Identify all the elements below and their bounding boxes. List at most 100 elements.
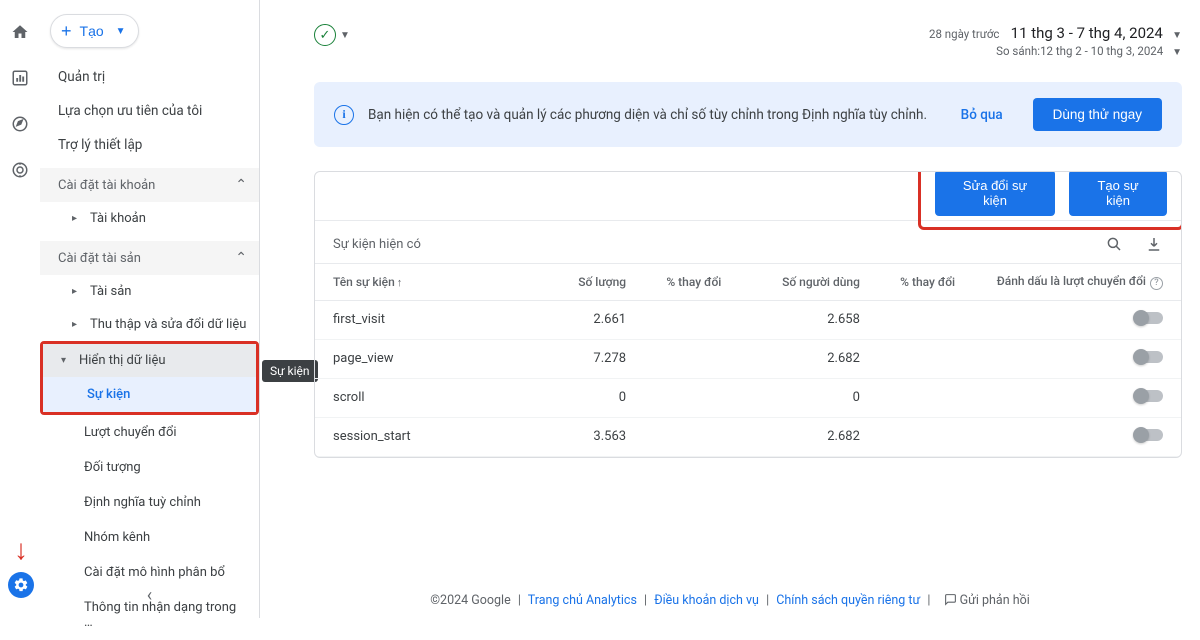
table-row[interactable]: first_visit 2.661 2.658 [315, 300, 1181, 339]
cell-toggle [973, 300, 1181, 339]
sidebar-leaf-conversions[interactable]: Lượt chuyển đổi [40, 415, 259, 450]
chevron-down-icon: ▼ [340, 30, 350, 41]
cell-pct1 [644, 378, 739, 417]
cell-pct2 [878, 378, 973, 417]
chevron-down-icon: ▼ [1172, 30, 1182, 41]
cell-pct1 [644, 300, 739, 339]
sidebar-heading-property[interactable]: Cài đặt tài sản ⌃ [40, 241, 259, 275]
chevron-up-icon: ⌃ [235, 177, 247, 193]
sidebar-leaf-events[interactable]: Sự kiện [43, 377, 256, 412]
cell-pct2 [878, 417, 973, 456]
cell-name: scroll [315, 378, 549, 417]
conversion-toggle[interactable] [1135, 351, 1163, 363]
footer-link-privacy[interactable]: Chính sách quyền riêng tư [776, 593, 920, 608]
cell-users: 2.682 [739, 417, 878, 456]
sort-arrow-icon: ↑ [397, 276, 403, 289]
banner-cta-button[interactable]: Dùng thử ngay [1033, 98, 1162, 131]
table-row[interactable]: page_view 7.278 2.682 [315, 339, 1181, 378]
footer: ©2024 Google | Trang chủ Analytics | Điề… [260, 593, 1200, 608]
cell-pct2 [878, 300, 973, 339]
sidebar-item-admin[interactable]: Quản trị [40, 60, 259, 94]
sidebar-leaf-audiences[interactable]: Đối tượng [40, 450, 259, 485]
sidebar-item-data-collection[interactable]: ▸ Thu thập và sửa đổi dữ liệu [40, 308, 259, 341]
annotation-highlight-buttons: Sửa đổi sự kiện Tạo sự kiện [918, 171, 1182, 230]
cell-toggle [973, 417, 1181, 456]
cell-users: 2.658 [739, 300, 878, 339]
col-conversion[interactable]: Đánh dấu là lượt chuyển đổi? [973, 264, 1181, 301]
sidebar-item-property[interactable]: ▸ Tài sản [40, 275, 259, 308]
cell-toggle [973, 339, 1181, 378]
col-event-name[interactable]: Tên sự kiện↑ [315, 264, 549, 301]
date-range-picker[interactable]: 28 ngày trước 11 thg 3 - 7 thg 4, 2024 ▼… [929, 24, 1182, 58]
conversion-toggle[interactable] [1135, 390, 1163, 402]
date-range-prefix: 28 ngày trước [929, 27, 999, 41]
conversion-toggle[interactable] [1135, 312, 1163, 324]
cell-users: 0 [739, 378, 878, 417]
col-pct1[interactable]: % thay đổi [644, 264, 739, 301]
footer-link-home[interactable]: Trang chủ Analytics [528, 593, 637, 608]
sidebar-leaf-channel-groups[interactable]: Nhóm kênh [40, 520, 259, 555]
annotation-highlight-sidebar: ▾ Hiển thị dữ liệu Sự kiện [40, 341, 259, 415]
sidebar-leaf-custom-defs[interactable]: Định nghĩa tuỳ chỉnh [40, 485, 259, 520]
col-users[interactable]: Số người dùng [739, 264, 878, 301]
admin-sidebar: + Tạo ▼ Quản trị Lựa chọn ưu tiên của tô… [40, 0, 260, 618]
cell-count: 7.278 [549, 339, 644, 378]
status-indicator[interactable]: ✓ ▼ [314, 24, 350, 46]
caret-right-icon: ▸ [72, 319, 82, 330]
home-icon[interactable] [10, 22, 30, 42]
left-rail [0, 0, 40, 618]
date-range-compare: So sánh:12 thg 2 - 10 thg 3, 2024 ▼ [929, 44, 1182, 58]
sidebar-item-account[interactable]: ▸ Tài khoản [40, 202, 259, 235]
col-count[interactable]: Số lượng [549, 264, 644, 301]
chevron-up-icon: ⌃ [235, 250, 247, 266]
cell-count: 3.563 [549, 417, 644, 456]
caret-down-icon: ▾ [61, 355, 71, 366]
feedback-link[interactable]: Gửi phản hồi [944, 593, 1030, 608]
check-circle-icon: ✓ [314, 24, 336, 46]
table-title: Sự kiện hiện có [333, 237, 421, 252]
explore-icon[interactable] [10, 114, 30, 134]
info-banner: i Bạn hiện có thể tạo và quản lý các phư… [314, 82, 1182, 147]
footer-link-terms[interactable]: Điều khoản dịch vụ [654, 593, 759, 608]
date-range-main: 11 thg 3 - 7 thg 4, 2024 [1011, 24, 1163, 42]
chevron-down-icon: ▼ [1172, 47, 1182, 58]
annotation-arrow: ↓ [14, 536, 28, 564]
caret-right-icon: ▸ [72, 213, 82, 224]
sidebar-item-prefs[interactable]: Lựa chọn ưu tiên của tôi [40, 94, 259, 128]
cell-pct1 [644, 339, 739, 378]
banner-message: Bạn hiện có thể tạo và quản lý các phươn… [368, 107, 931, 123]
conversion-toggle[interactable] [1135, 429, 1163, 441]
main-content: ✓ ▼ 28 ngày trước 11 thg 3 - 7 thg 4, 20… [260, 0, 1200, 618]
cell-count: 2.661 [549, 300, 644, 339]
cell-users: 2.682 [739, 339, 878, 378]
sidebar-item-setup[interactable]: Trợ lý thiết lập [40, 128, 259, 162]
top-bar: ✓ ▼ 28 ngày trước 11 thg 3 - 7 thg 4, 20… [314, 24, 1182, 58]
events-table: Tên sự kiện↑ Số lượng % thay đổi Số ngườ… [315, 263, 1181, 457]
admin-gear-wrap[interactable] [8, 572, 34, 598]
banner-skip-button[interactable]: Bỏ qua [945, 107, 1019, 123]
sidebar-item-data-display[interactable]: ▾ Hiển thị dữ liệu [43, 344, 256, 377]
create-button[interactable]: + Tạo ▼ [50, 14, 139, 48]
reports-icon[interactable] [10, 68, 30, 88]
create-event-button[interactable]: Tạo sự kiện [1069, 171, 1167, 216]
table-row[interactable]: scroll 0 0 [315, 378, 1181, 417]
events-card: Sửa đổi sự kiện Tạo sự kiện Sự kiện hiện… [314, 171, 1182, 458]
plus-icon: + [61, 21, 72, 42]
col-pct2[interactable]: % thay đổi [878, 264, 973, 301]
copyright: ©2024 Google [430, 593, 510, 608]
cell-pct1 [644, 417, 739, 456]
advertising-icon[interactable] [10, 160, 30, 180]
help-icon[interactable]: ? [1150, 277, 1163, 290]
info-icon: i [334, 105, 354, 125]
cell-name: session_start [315, 417, 549, 456]
cell-pct2 [878, 339, 973, 378]
table-row[interactable]: session_start 3.563 2.682 [315, 417, 1181, 456]
cell-name: first_visit [315, 300, 549, 339]
search-icon[interactable] [1105, 235, 1123, 253]
edit-event-button[interactable]: Sửa đổi sự kiện [935, 171, 1055, 216]
gear-icon [8, 572, 34, 598]
sidebar-heading-account[interactable]: Cài đặt tài khoản ⌃ [40, 168, 259, 202]
download-icon[interactable] [1145, 235, 1163, 253]
collapse-sidebar-button[interactable]: ‹ [147, 585, 152, 606]
cell-count: 0 [549, 378, 644, 417]
